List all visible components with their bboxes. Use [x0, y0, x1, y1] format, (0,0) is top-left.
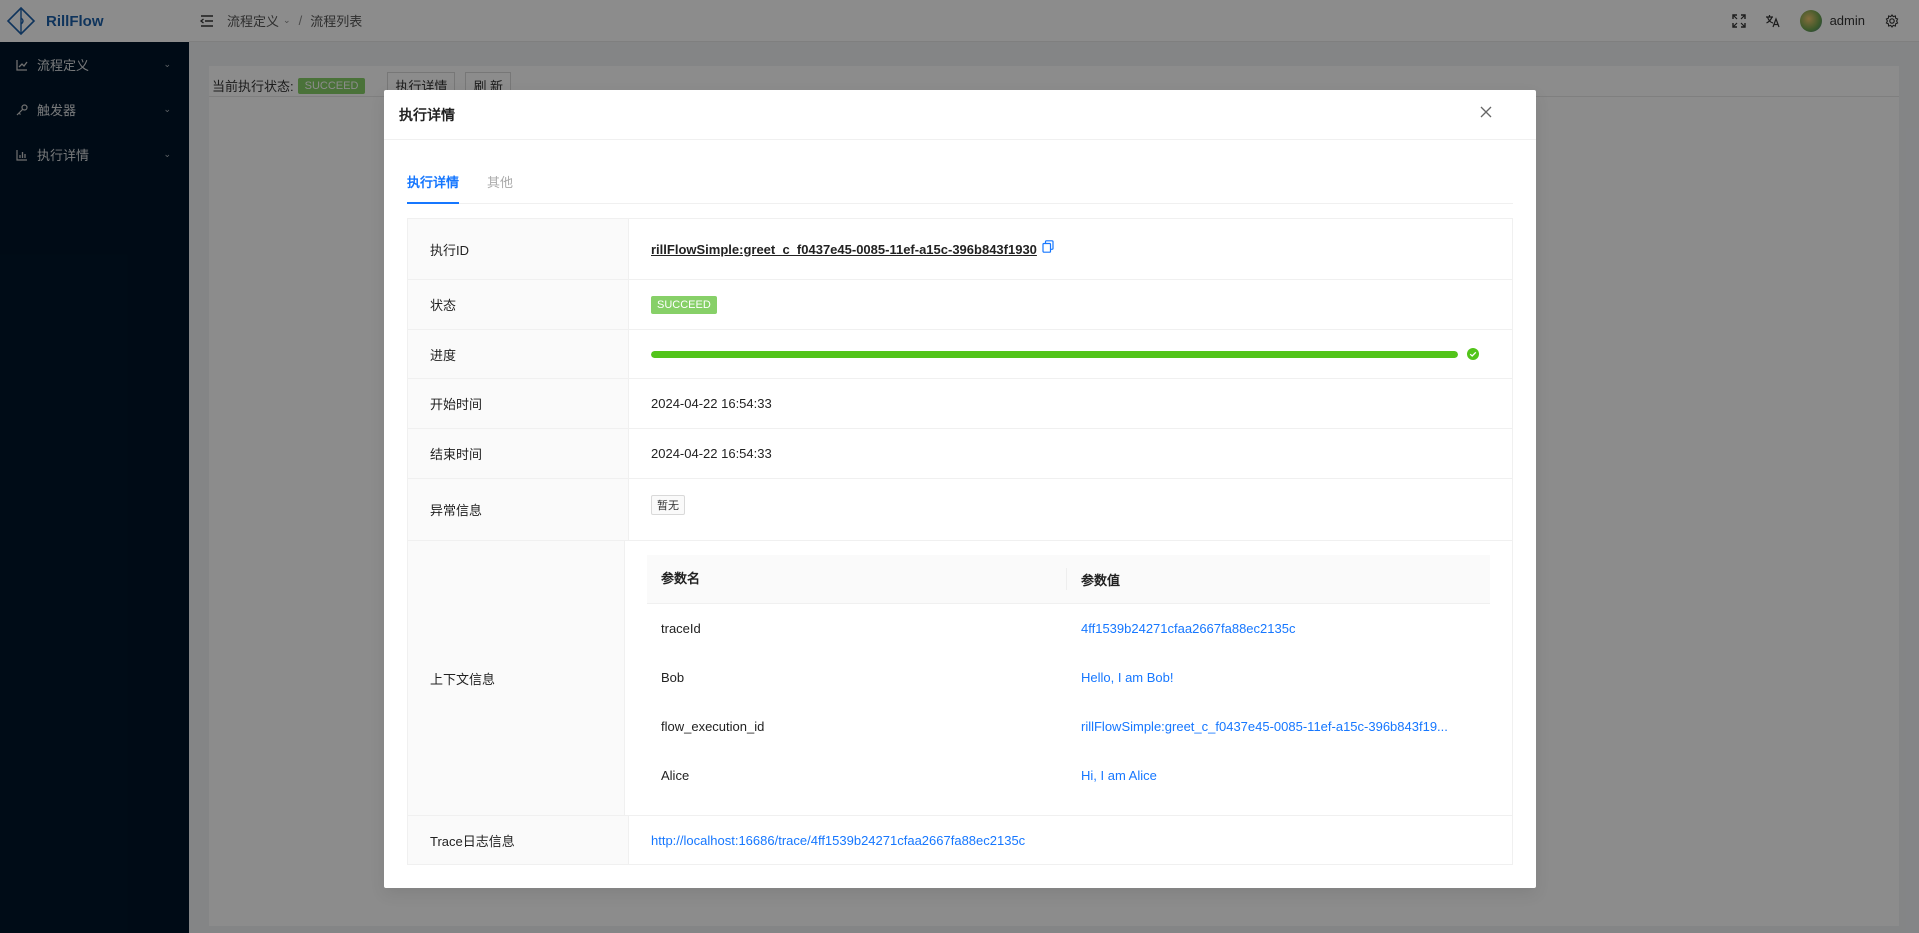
row-label: 结束时间 [408, 429, 629, 478]
table-row: Bob Hello, I am Bob! [647, 653, 1490, 702]
row-value [629, 330, 1512, 378]
execution-detail-modal: 执行详情 执行详情 其他 执行ID rillFlowSimple:greet_c… [384, 90, 1536, 888]
modal-tabs: 执行详情 其他 [407, 172, 1513, 204]
row-value: rillFlowSimple:greet_c_f0437e45-0085-11e… [629, 219, 1512, 279]
row-value: http://localhost:16686/trace/4ff1539b242… [629, 816, 1512, 864]
param-name: Alice [661, 768, 690, 783]
param-name: traceId [661, 621, 701, 636]
context-table: 参数名 参数值 traceId 4ff1539b24271cfaa2667fa8… [647, 555, 1490, 800]
row-end-time: 结束时间 2024-04-22 16:54:33 [408, 429, 1512, 479]
param-name: Bob [661, 670, 685, 685]
row-label: 执行ID [408, 219, 629, 279]
execution-descriptions: 执行ID rillFlowSimple:greet_c_f0437e45-008… [407, 218, 1513, 865]
param-value[interactable]: rillFlowSimple:greet_c_f0437e45-0085-11e… [1067, 719, 1489, 734]
param-value[interactable]: 4ff1539b24271cfaa2667fa88ec2135c [1067, 621, 1489, 636]
row-label: 上下文信息 [408, 541, 625, 815]
end-time-value: 2024-04-22 16:54:33 [651, 446, 772, 461]
progress-fill [651, 350, 1458, 358]
table-row: traceId 4ff1539b24271cfaa2667fa88ec2135c [647, 604, 1490, 653]
trace-link[interactable]: http://localhost:16686/trace/4ff1539b242… [651, 833, 1025, 848]
start-time-value: 2024-04-22 16:54:33 [651, 396, 772, 411]
modal-title: 执行详情 [399, 106, 455, 123]
row-label: 开始时间 [408, 379, 629, 428]
row-label: 进度 [408, 330, 629, 378]
table-header: 参数名 参数值 [647, 555, 1490, 603]
row-label: 状态 [408, 280, 629, 329]
copy-icon[interactable] [1042, 239, 1054, 253]
param-value[interactable]: Hi, I am Alice [1067, 768, 1489, 783]
row-label: 异常信息 [408, 479, 629, 540]
row-label: Trace日志信息 [408, 816, 629, 864]
param-name: flow_execution_id [661, 719, 765, 734]
tab-execution-detail[interactable]: 执行详情 [407, 172, 460, 204]
column-header-name: 参数名 [647, 568, 1067, 590]
row-status: 状态 SUCCEED [408, 280, 1512, 330]
row-value: 参数名 参数值 traceId 4ff1539b24271cfaa2667fa8… [625, 541, 1512, 815]
row-execution-id: 执行ID rillFlowSimple:greet_c_f0437e45-008… [408, 219, 1512, 280]
tab-other[interactable]: 其他 [487, 172, 513, 203]
row-progress: 进度 [408, 330, 1512, 379]
row-trace: Trace日志信息 http://localhost:16686/trace/4… [408, 816, 1512, 864]
column-header-value: 参数值 [1081, 572, 1121, 588]
table-row: flow_execution_id rillFlowSimple:greet_c… [647, 702, 1490, 751]
modal-header: 执行详情 [384, 90, 1536, 140]
execution-id-value: rillFlowSimple:greet_c_f0437e45-0085-11e… [651, 241, 1037, 257]
row-value: SUCCEED [629, 280, 1512, 329]
row-value: 暂无 [629, 479, 1512, 540]
error-tag: 暂无 [651, 495, 685, 515]
table-row: Alice Hi, I am Alice [647, 751, 1490, 800]
row-context: 上下文信息 参数名 参数值 traceId 4ff1539b24271cfaa2… [408, 541, 1512, 816]
check-circle-icon [1467, 348, 1479, 360]
row-error: 异常信息 暂无 [408, 479, 1512, 541]
param-value[interactable]: Hello, I am Bob! [1067, 670, 1489, 685]
progress-bar [651, 350, 1458, 358]
row-start-time: 开始时间 2024-04-22 16:54:33 [408, 379, 1512, 429]
status-badge: SUCCEED [651, 295, 717, 314]
close-icon[interactable] [1476, 102, 1496, 122]
